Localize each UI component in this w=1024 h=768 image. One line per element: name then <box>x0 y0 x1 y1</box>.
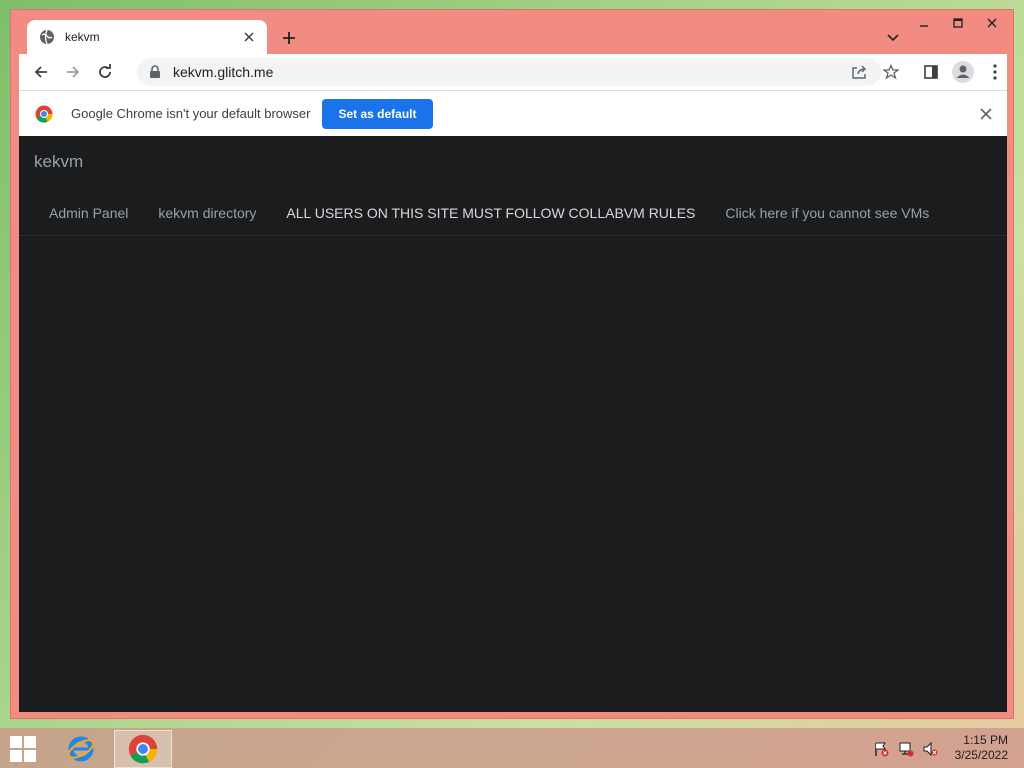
infobar-close-icon[interactable] <box>977 105 995 123</box>
chrome-logo-icon <box>35 105 53 123</box>
forward-arrow-icon[interactable] <box>61 60 85 84</box>
tab-search-chevron-icon[interactable] <box>883 28 903 48</box>
profile-avatar-icon[interactable] <box>951 60 975 84</box>
default-browser-infobar: Google Chrome isn't your default browser… <box>19 90 1007 136</box>
maximize-button[interactable] <box>941 12 975 34</box>
chrome-taskbar-icon[interactable] <box>114 730 172 768</box>
menu-kebab-icon[interactable] <box>983 60 1007 84</box>
tab-title: kekvm <box>65 30 100 44</box>
nav-admin-panel[interactable]: Admin Panel <box>49 205 128 221</box>
clock-time: 1:15 PM <box>963 733 1008 747</box>
share-icon[interactable] <box>847 60 871 84</box>
lock-icon[interactable] <box>149 65 163 79</box>
back-arrow-icon[interactable] <box>29 60 53 84</box>
taskbar-clock[interactable]: 1:15 PM 3/25/2022 <box>955 733 1008 763</box>
set-as-default-button[interactable]: Set as default <box>322 98 433 129</box>
tab-kekvm[interactable]: kekvm <box>27 20 267 54</box>
taskbar: 1:15 PM 3/25/2022 <box>0 728 1024 768</box>
reload-icon[interactable] <box>93 60 117 84</box>
action-center-flag-icon[interactable] <box>872 740 890 758</box>
clock-date: 3/25/2022 <box>954 748 1008 762</box>
tab-strip: kekvm <box>11 10 1013 54</box>
volume-muted-icon[interactable] <box>921 740 939 758</box>
minimize-button[interactable] <box>907 12 941 34</box>
nav-cannot-see-vms[interactable]: Click here if you cannot see VMs <box>725 205 929 221</box>
page-content: kekvm Admin Panel kekvm directory ALL US… <box>19 136 1007 712</box>
nav-kekvm-directory[interactable]: kekvm directory <box>158 205 256 221</box>
nav-collabvm-rules[interactable]: ALL USERS ON THIS SITE MUST FOLLOW COLLA… <box>286 205 695 221</box>
browser-toolbar: kekvm.glitch.me <box>19 54 1007 90</box>
internet-explorer-icon[interactable] <box>52 730 110 768</box>
close-window-button[interactable] <box>975 12 1009 34</box>
globe-icon <box>39 29 55 45</box>
network-icon[interactable] <box>897 740 915 758</box>
url-text: kekvm.glitch.me <box>173 64 274 80</box>
windows-start-icon[interactable] <box>10 736 36 762</box>
site-brand[interactable]: kekvm <box>34 152 83 172</box>
address-bar[interactable]: kekvm.glitch.me <box>137 58 881 86</box>
new-tab-button[interactable] <box>277 26 301 50</box>
side-panel-icon[interactable] <box>919 60 943 84</box>
bookmark-star-icon[interactable] <box>879 60 903 84</box>
site-navbar: Admin Panel kekvm directory ALL USERS ON… <box>19 190 1007 236</box>
browser-window: kekvm kekvm.glitch.me Google Chrome isn'… <box>10 9 1014 719</box>
infobar-message: Google Chrome isn't your default browser <box>71 106 311 121</box>
tab-close-icon[interactable] <box>241 29 257 45</box>
